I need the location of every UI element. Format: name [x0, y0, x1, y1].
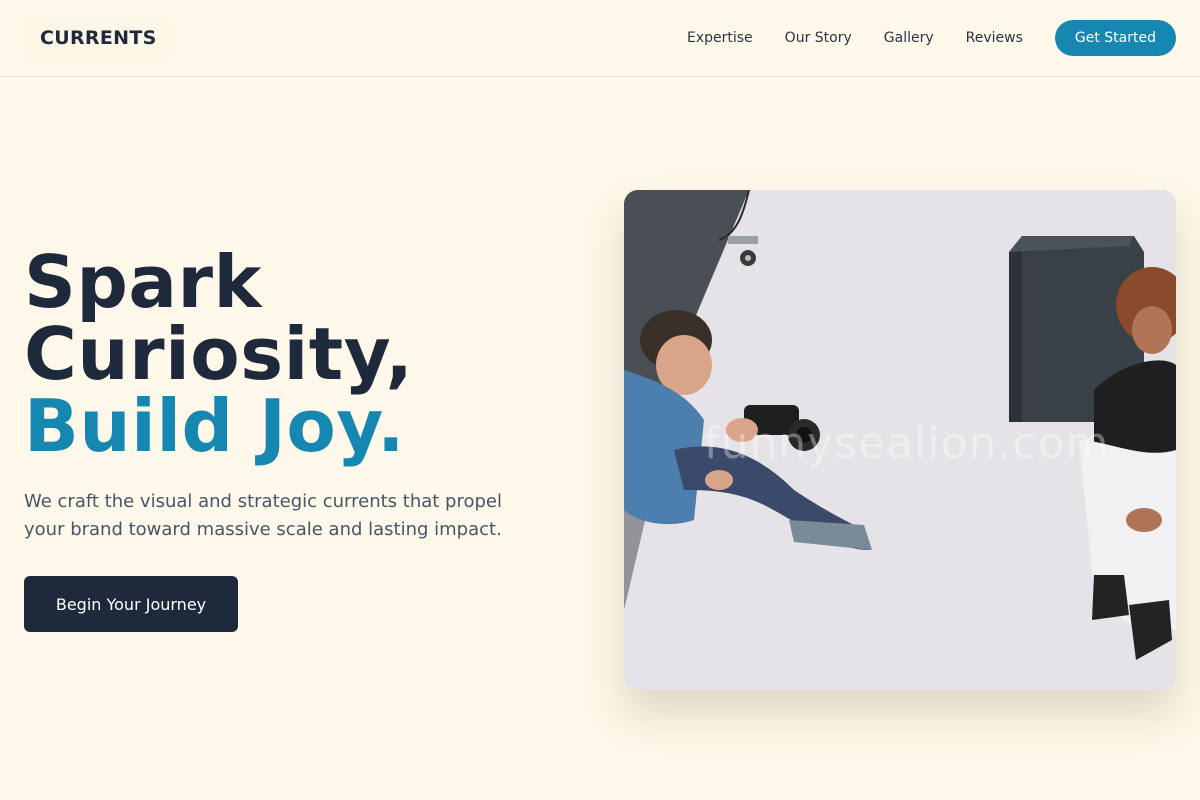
nav-link-our-story[interactable]: Our Story [785, 30, 852, 46]
brand-logo[interactable]: CURRENTS [24, 18, 169, 58]
nav-link-gallery[interactable]: Gallery [884, 30, 934, 46]
main-nav: Expertise Our Story Gallery Reviews Get … [687, 0, 1200, 76]
top-navbar: CURRENTS Expertise Our Story Gallery Rev… [0, 0, 1200, 77]
hero-subtitle: We craft the visual and strategic curren… [24, 491, 503, 540]
get-started-button[interactable]: Get Started [1054, 20, 1176, 56]
nav-link-expertise[interactable]: Expertise [687, 30, 753, 46]
hero-title-accent-line: Build Joy. [24, 384, 406, 468]
image-watermark: funnysealion.com [704, 418, 1110, 469]
begin-journey-button[interactable]: Begin Your Journey [24, 576, 238, 632]
hero-title-line-2: Curiosity, [24, 312, 414, 396]
hero-photo: funnysealion.com [624, 190, 1176, 690]
nav-link-reviews[interactable]: Reviews [966, 30, 1023, 46]
hero-title-line-1: Spark [24, 240, 262, 324]
hero-title: Spark Curiosity, Build Joy. [24, 246, 584, 462]
